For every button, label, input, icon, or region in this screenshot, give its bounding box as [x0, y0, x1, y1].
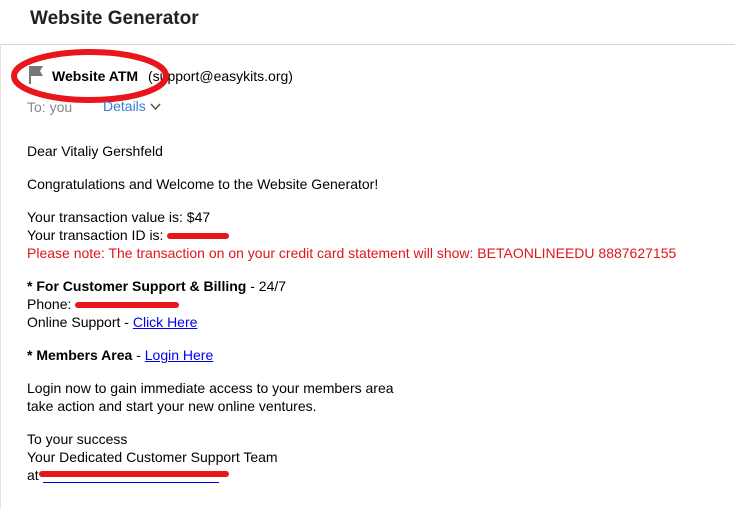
- members-row: * Members Area - Login Here: [27, 346, 727, 364]
- members-separator: -: [132, 347, 145, 363]
- sender-email: (support@easykits.org): [148, 68, 293, 84]
- message-body: Dear Vitaliy Gershfeld Congratulations a…: [27, 142, 727, 499]
- recipient-label: To: you: [27, 99, 73, 115]
- sender-name: Website ATM: [52, 68, 139, 84]
- chevron-down-icon: [150, 98, 161, 114]
- members-heading: * Members Area: [27, 347, 133, 363]
- phone-label: Phone:: [27, 296, 72, 312]
- divider: [0, 44, 1, 508]
- login-line-2: take action and start your new online ve…: [27, 398, 317, 414]
- transaction-id-row: Your transaction ID is:: [27, 226, 727, 244]
- transaction-block: Your transaction value is: $47 Your tran…: [27, 208, 727, 262]
- header-bar: Website Generator: [0, 0, 735, 45]
- page-title: Website Generator: [30, 8, 199, 29]
- flag-icon[interactable]: [28, 65, 44, 85]
- closing-line-2: Your Dedicated Customer Support Team: [27, 449, 278, 465]
- click-here-link[interactable]: Click Here: [133, 314, 198, 330]
- greeting: Dear Vitaliy Gershfeld: [27, 143, 163, 159]
- statement-note: Please note: The transaction on on your …: [27, 245, 677, 261]
- redaction-mark: [167, 233, 230, 240]
- support-hours: - 24/7: [246, 278, 287, 294]
- transaction-value: Your transaction value is: $47: [27, 209, 211, 225]
- redaction-mark: [75, 302, 180, 309]
- login-paragraph: Login now to gain immediate access to yo…: [27, 379, 727, 415]
- details-label: Details: [103, 98, 146, 114]
- login-here-link[interactable]: Login Here: [145, 347, 214, 363]
- support-heading-row: * For Customer Support & Billing - 24/7: [27, 277, 727, 295]
- phone-row: Phone:: [27, 295, 727, 313]
- online-support-label: Online Support -: [27, 314, 133, 330]
- online-support-row: Online Support - Click Here: [27, 313, 727, 331]
- support-heading: * For Customer Support & Billing: [27, 278, 247, 294]
- closing-block: To your success Your Dedicated Customer …: [27, 430, 727, 484]
- closing-line-1: To your success: [27, 431, 128, 447]
- redaction-mark: [38, 471, 229, 477]
- details-button[interactable]: Details: [103, 98, 161, 114]
- support-block: * For Customer Support & Billing - 24/7 …: [27, 277, 727, 331]
- transaction-id-label: Your transaction ID is:: [27, 227, 164, 243]
- website-row: at: [27, 466, 727, 484]
- at-label: at: [27, 467, 39, 483]
- support-url-link[interactable]: [38, 466, 229, 484]
- welcome-text: Congratulations and Welcome to the Websi…: [27, 176, 379, 192]
- login-line-1: Login now to gain immediate access to yo…: [27, 380, 394, 396]
